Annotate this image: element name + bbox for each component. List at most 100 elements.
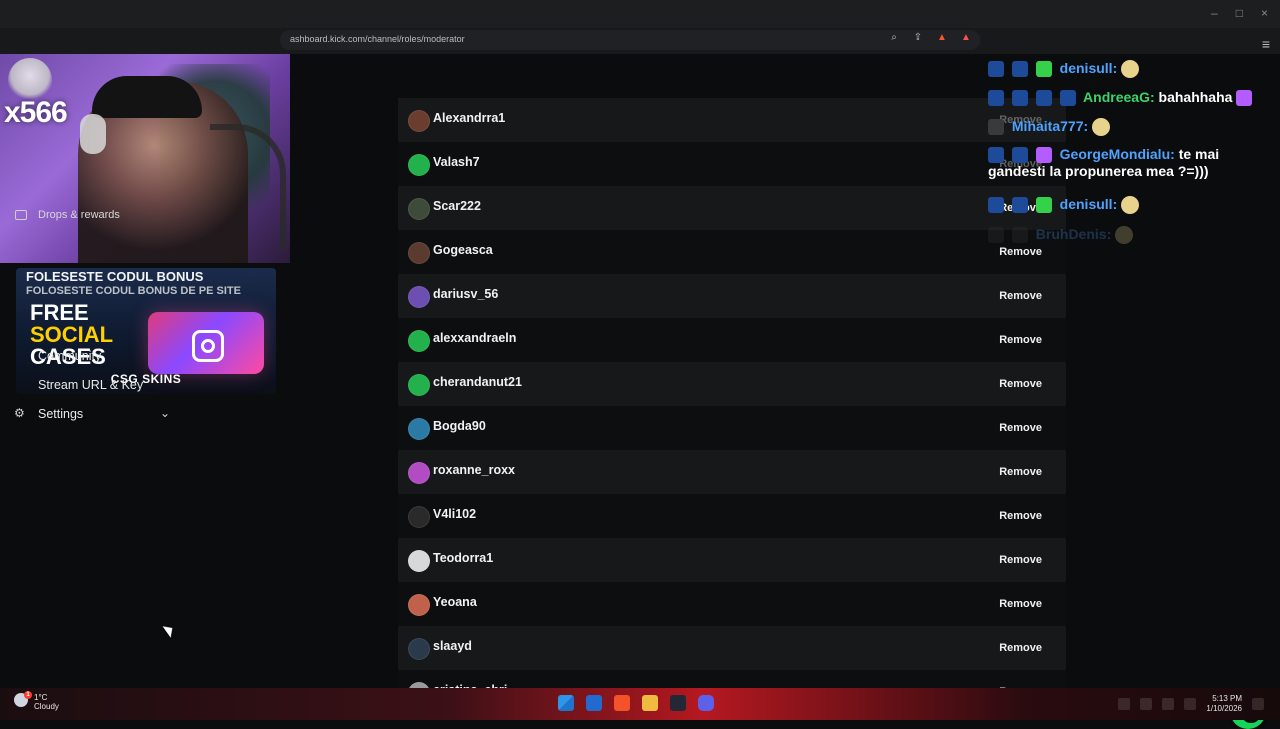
moderator-name: Teodorra1 bbox=[433, 551, 494, 565]
share-icon[interactable]: ⇪ bbox=[912, 32, 924, 44]
speaker-icon[interactable] bbox=[1184, 698, 1197, 710]
remove-moderator-button[interactable]: Remove bbox=[991, 196, 1050, 220]
moderator-name: Valash7 bbox=[433, 155, 480, 169]
clock-time: 5:13 PM bbox=[1212, 694, 1242, 703]
chat-username: denisull: bbox=[1059, 196, 1118, 212]
chat-username: AndreeaG: bbox=[1083, 89, 1155, 105]
windows-taskbar: 1 1°C Cloudy 5:13 PM 1/10/2026 bbox=[0, 688, 1280, 720]
moderator-name: Gogeasca bbox=[433, 243, 493, 257]
user-avatar bbox=[408, 198, 430, 220]
user-avatar bbox=[408, 242, 430, 264]
tray-chevron-icon[interactable] bbox=[1118, 698, 1131, 710]
remove-moderator-button[interactable]: Remove bbox=[991, 284, 1050, 308]
remove-moderator-button[interactable]: Remove bbox=[991, 108, 1050, 132]
sidebar-item-label: Stream URL & Key bbox=[38, 378, 144, 392]
beanie bbox=[92, 76, 202, 118]
window-close-button[interactable]: × bbox=[1261, 6, 1268, 20]
promo-top-text: FOLESESTE CODUL BONUS FOLOSESTE CODUL BO… bbox=[26, 270, 266, 298]
sidebar-item-label: Drops & rewards bbox=[38, 209, 120, 221]
promo-line-2: FOLOSESTE CODUL BONUS DE PE SITE bbox=[26, 285, 241, 297]
emoji-icon bbox=[1115, 226, 1134, 245]
sidebar-item-stream-url-key[interactable]: Stream URL & Key bbox=[0, 371, 190, 399]
moderator-row: alexxandraeln Remove bbox=[398, 318, 1066, 362]
moderator-name: Yeoana bbox=[433, 595, 477, 609]
emoji-icon bbox=[1092, 118, 1111, 137]
moderator-name: Scar222 bbox=[433, 199, 481, 213]
promo-line-1: FOLESESTE CODUL BONUS bbox=[26, 269, 204, 284]
task-view-icon[interactable] bbox=[586, 695, 602, 711]
chevron-down-icon[interactable]: ⌄ bbox=[160, 406, 170, 420]
sidebar-item-settings[interactable]: ⚙ Settings ⌄ bbox=[0, 400, 190, 428]
user-avatar bbox=[408, 154, 430, 176]
user-avatar bbox=[408, 110, 430, 132]
sidebar-item-community[interactable]: Community bbox=[0, 342, 190, 370]
chat-message: denisull: bbox=[988, 60, 1140, 79]
emoji-icon bbox=[1121, 60, 1140, 79]
moderator-name: alexxandraeln bbox=[433, 331, 517, 345]
remove-moderator-button[interactable]: Remove bbox=[991, 460, 1050, 484]
remove-moderator-button[interactable]: Remove bbox=[991, 548, 1050, 572]
file-explorer-icon[interactable] bbox=[642, 695, 658, 711]
user-avatar bbox=[408, 374, 430, 396]
remove-moderator-button[interactable]: Remove bbox=[991, 416, 1050, 440]
sidebar-item-label: Settings bbox=[38, 407, 84, 421]
emoji-icon bbox=[1121, 196, 1140, 215]
clock[interactable]: 5:13 PM 1/10/2026 bbox=[1206, 694, 1242, 714]
rewards-icon[interactable]: ▲ bbox=[960, 32, 972, 44]
chat-badge-icon bbox=[988, 61, 1004, 78]
volume-icon[interactable] bbox=[1140, 698, 1153, 710]
moderator-row: Bogda90 Remove bbox=[398, 406, 1066, 450]
sidebar-item-label: Community bbox=[38, 349, 102, 363]
user-avatar bbox=[408, 286, 430, 308]
remove-moderator-button[interactable]: Remove bbox=[991, 240, 1050, 264]
chat-username: GeorgeMondialu: bbox=[1059, 146, 1175, 162]
webcam-overlay: x566 bbox=[0, 54, 290, 263]
remove-moderator-button[interactable]: Remove bbox=[991, 328, 1050, 352]
url-bar-actions: ⌕ ⇪ ▲ ▲ bbox=[888, 32, 972, 44]
discord-app-icon[interactable] bbox=[698, 695, 714, 711]
moderator-row: Alexandrra1 Remove bbox=[398, 98, 1066, 142]
system-tray: 5:13 PM 1/10/2026 bbox=[1118, 694, 1264, 714]
tab-strip bbox=[0, 0, 1280, 28]
moderator-row: slaayd Remove bbox=[398, 626, 1066, 670]
weather-text: 1°C Cloudy bbox=[34, 693, 59, 711]
user-avatar bbox=[408, 550, 430, 572]
sidebar-item-drops-rewards[interactable]: Drops & rewards bbox=[0, 201, 190, 229]
weather-widget[interactable]: 1 1°C Cloudy bbox=[14, 691, 59, 711]
remove-moderator-button[interactable]: Remove bbox=[991, 636, 1050, 660]
remove-moderator-button[interactable]: Remove bbox=[991, 592, 1050, 616]
moderator-name: Alexandrra1 bbox=[433, 111, 506, 125]
notification-badge: 1 bbox=[24, 691, 32, 699]
microphone-arm bbox=[210, 124, 286, 250]
network-icon[interactable] bbox=[1162, 698, 1175, 710]
remove-moderator-button[interactable]: Remove bbox=[991, 372, 1050, 396]
chat-text: bahahhaha bbox=[1158, 89, 1233, 105]
brave-app-icon[interactable] bbox=[614, 695, 630, 711]
moderator-row: Scar222 Remove bbox=[398, 186, 1066, 230]
window-minimize-button[interactable]: – bbox=[1211, 6, 1218, 20]
window-maximize-button[interactable]: □ bbox=[1236, 6, 1243, 20]
user-avatar bbox=[408, 506, 430, 528]
user-avatar bbox=[408, 638, 430, 660]
weather-temp: 1°C bbox=[34, 693, 48, 702]
steam-app-icon[interactable] bbox=[670, 695, 686, 711]
user-avatar bbox=[408, 418, 430, 440]
remove-moderator-button[interactable]: Remove bbox=[991, 504, 1050, 528]
remove-moderator-button[interactable]: Remove bbox=[991, 152, 1050, 176]
start-button-icon[interactable] bbox=[558, 695, 574, 711]
moderator-row: cherandanut21 Remove bbox=[398, 362, 1066, 406]
url-bar[interactable]: ashboard.kick.com/channel/roles/moderato… bbox=[280, 30, 980, 50]
browser-menu-icon[interactable]: ≡ bbox=[1262, 36, 1270, 52]
drops-icon bbox=[15, 210, 27, 220]
brave-shield-icon[interactable]: ▲ bbox=[936, 32, 948, 44]
moderator-row: roxanne_roxx Remove bbox=[398, 450, 1066, 494]
moderator-row: Yeoana Remove bbox=[398, 582, 1066, 626]
zoom-icon[interactable]: ⌕ bbox=[888, 32, 900, 44]
weather-desc: Cloudy bbox=[34, 702, 59, 711]
taskbar-apps bbox=[558, 695, 714, 711]
moderator-name: slaayd bbox=[433, 639, 472, 653]
moderators-list: Alexandrra1 Remove Valash7 Remove Scar22… bbox=[398, 98, 1066, 704]
url-text[interactable]: ashboard.kick.com/channel/roles/moderato… bbox=[290, 34, 465, 44]
chat-badge-icon bbox=[1035, 61, 1052, 78]
notifications-icon[interactable] bbox=[1252, 698, 1264, 710]
